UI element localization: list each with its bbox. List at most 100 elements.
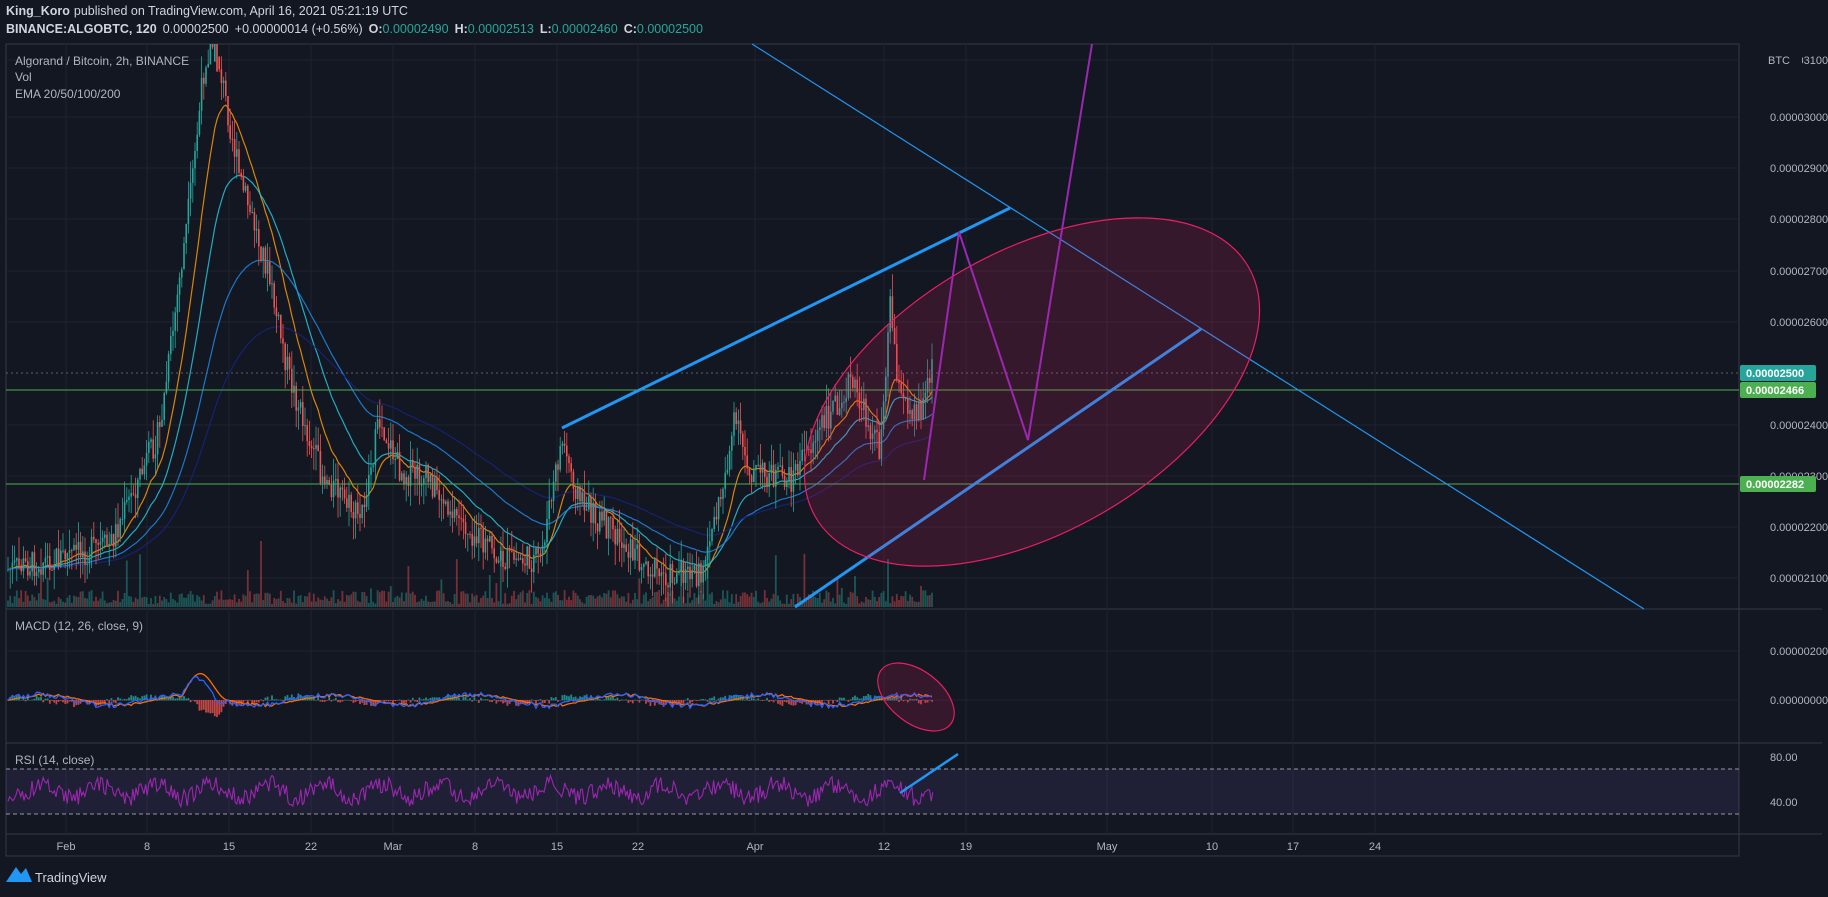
candle-body <box>779 465 781 467</box>
candle-body <box>722 488 724 500</box>
volume-bar <box>132 602 135 607</box>
ema-legend[interactable]: EMA 20/50/100/200 <box>15 87 121 101</box>
candle-body <box>645 561 647 564</box>
candle-body <box>579 486 581 502</box>
macd-histogram-bar <box>598 699 601 701</box>
candle-body <box>220 69 223 84</box>
candle-body <box>638 544 641 571</box>
candle-body <box>183 243 185 270</box>
macd-histogram-bar <box>194 700 196 702</box>
volume-bar <box>128 596 130 607</box>
macd-histogram-bar <box>557 700 559 702</box>
price-badge-last: 0.00002500 <box>1740 365 1816 381</box>
candle-body <box>530 568 533 573</box>
time-tick: Apr <box>746 841 763 853</box>
volume-bar <box>585 596 588 607</box>
volume-bar <box>832 597 834 607</box>
macd-histogram-bar <box>264 697 267 701</box>
volume-bar <box>471 593 474 607</box>
volume-bar <box>728 602 731 607</box>
time-tick: 22 <box>632 841 644 853</box>
candle-body <box>715 516 718 520</box>
volume-bar <box>543 597 546 607</box>
candle-body <box>198 110 201 135</box>
candle-body <box>605 510 608 539</box>
volume-bar <box>686 592 689 607</box>
volume-bar <box>658 590 661 607</box>
volume-bar <box>605 593 608 607</box>
price-badge-text: 0.00002466 <box>1746 385 1804 397</box>
macd-histogram-bar <box>53 700 56 703</box>
macd-legend[interactable]: MACD (12, 26, close, 9) <box>15 619 143 633</box>
volume-legend[interactable]: Vol <box>15 70 32 84</box>
macd-histogram-bar <box>180 698 183 701</box>
macd-histogram-bar <box>51 700 53 701</box>
macd-histogram-bar <box>851 697 854 701</box>
volume-bar <box>537 598 540 607</box>
volume-bar <box>858 603 861 607</box>
candle-body <box>99 541 102 545</box>
macd-histogram-bar <box>682 700 685 704</box>
candle-body <box>73 544 75 551</box>
volume-bar <box>438 590 441 607</box>
candle-body <box>678 571 680 574</box>
volume-bar <box>770 598 773 607</box>
chart-canvas[interactable]: King_Koro published on TradingView.com, A… <box>0 0 1828 897</box>
candle-body <box>548 500 550 519</box>
author-name[interactable]: King_Koro <box>6 4 70 18</box>
macd-histogram-bar <box>761 700 764 701</box>
price-tick: 0.00002900 <box>1770 163 1828 175</box>
volume-bar <box>513 590 515 607</box>
candle-body <box>310 446 313 449</box>
candle-body <box>291 368 293 393</box>
volume-bar <box>920 585 922 607</box>
volume-bar <box>42 598 45 607</box>
rsi-legend[interactable]: RSI (14, close) <box>15 753 94 767</box>
candle-body <box>236 149 238 157</box>
volume-bar <box>420 598 423 607</box>
candle-body <box>194 150 196 169</box>
volume-bar <box>867 599 870 607</box>
volume-bar <box>823 599 826 607</box>
volume-bar <box>526 592 529 607</box>
candle-body <box>82 551 84 558</box>
candle-body <box>489 536 491 542</box>
candle-body <box>453 509 456 518</box>
volume-bar <box>26 595 29 607</box>
candle-body <box>207 63 209 68</box>
volume-bar <box>851 592 854 607</box>
volume-bar <box>422 600 425 607</box>
macd-histogram-bar <box>165 698 168 701</box>
candle-body <box>781 465 784 476</box>
volume-bar <box>299 595 302 607</box>
volume-bar <box>396 595 399 607</box>
candle-body <box>409 460 412 486</box>
volume-bar <box>240 601 243 607</box>
macd-histogram-bar <box>121 699 124 701</box>
volume-bar <box>101 591 104 607</box>
volume-bar <box>790 599 793 607</box>
candle-body <box>104 534 106 538</box>
volume-bar <box>79 591 82 607</box>
candle-body <box>634 548 636 561</box>
candle-body <box>456 509 458 516</box>
candle-body <box>770 464 773 473</box>
candle-body <box>203 77 205 84</box>
macd-histogram-bar <box>420 699 423 701</box>
main-legend-title[interactable]: Algorand / Bitcoin, 2h, BINANCE <box>15 54 189 68</box>
candle-body <box>416 464 418 479</box>
macd-histogram-bar <box>638 700 641 703</box>
volume-bar <box>607 590 610 607</box>
volume-bar <box>44 599 47 607</box>
candle-body <box>717 497 720 520</box>
candle-body <box>27 561 29 576</box>
candle-body <box>757 464 759 466</box>
candle-body <box>189 182 192 199</box>
macd-histogram-bar <box>823 699 826 701</box>
candle-body <box>20 565 22 572</box>
volume-bar <box>367 602 370 607</box>
candle-body <box>370 467 372 475</box>
volume-bar <box>678 596 680 607</box>
volume-bar <box>339 600 342 607</box>
macd-histogram-bar <box>708 698 711 701</box>
